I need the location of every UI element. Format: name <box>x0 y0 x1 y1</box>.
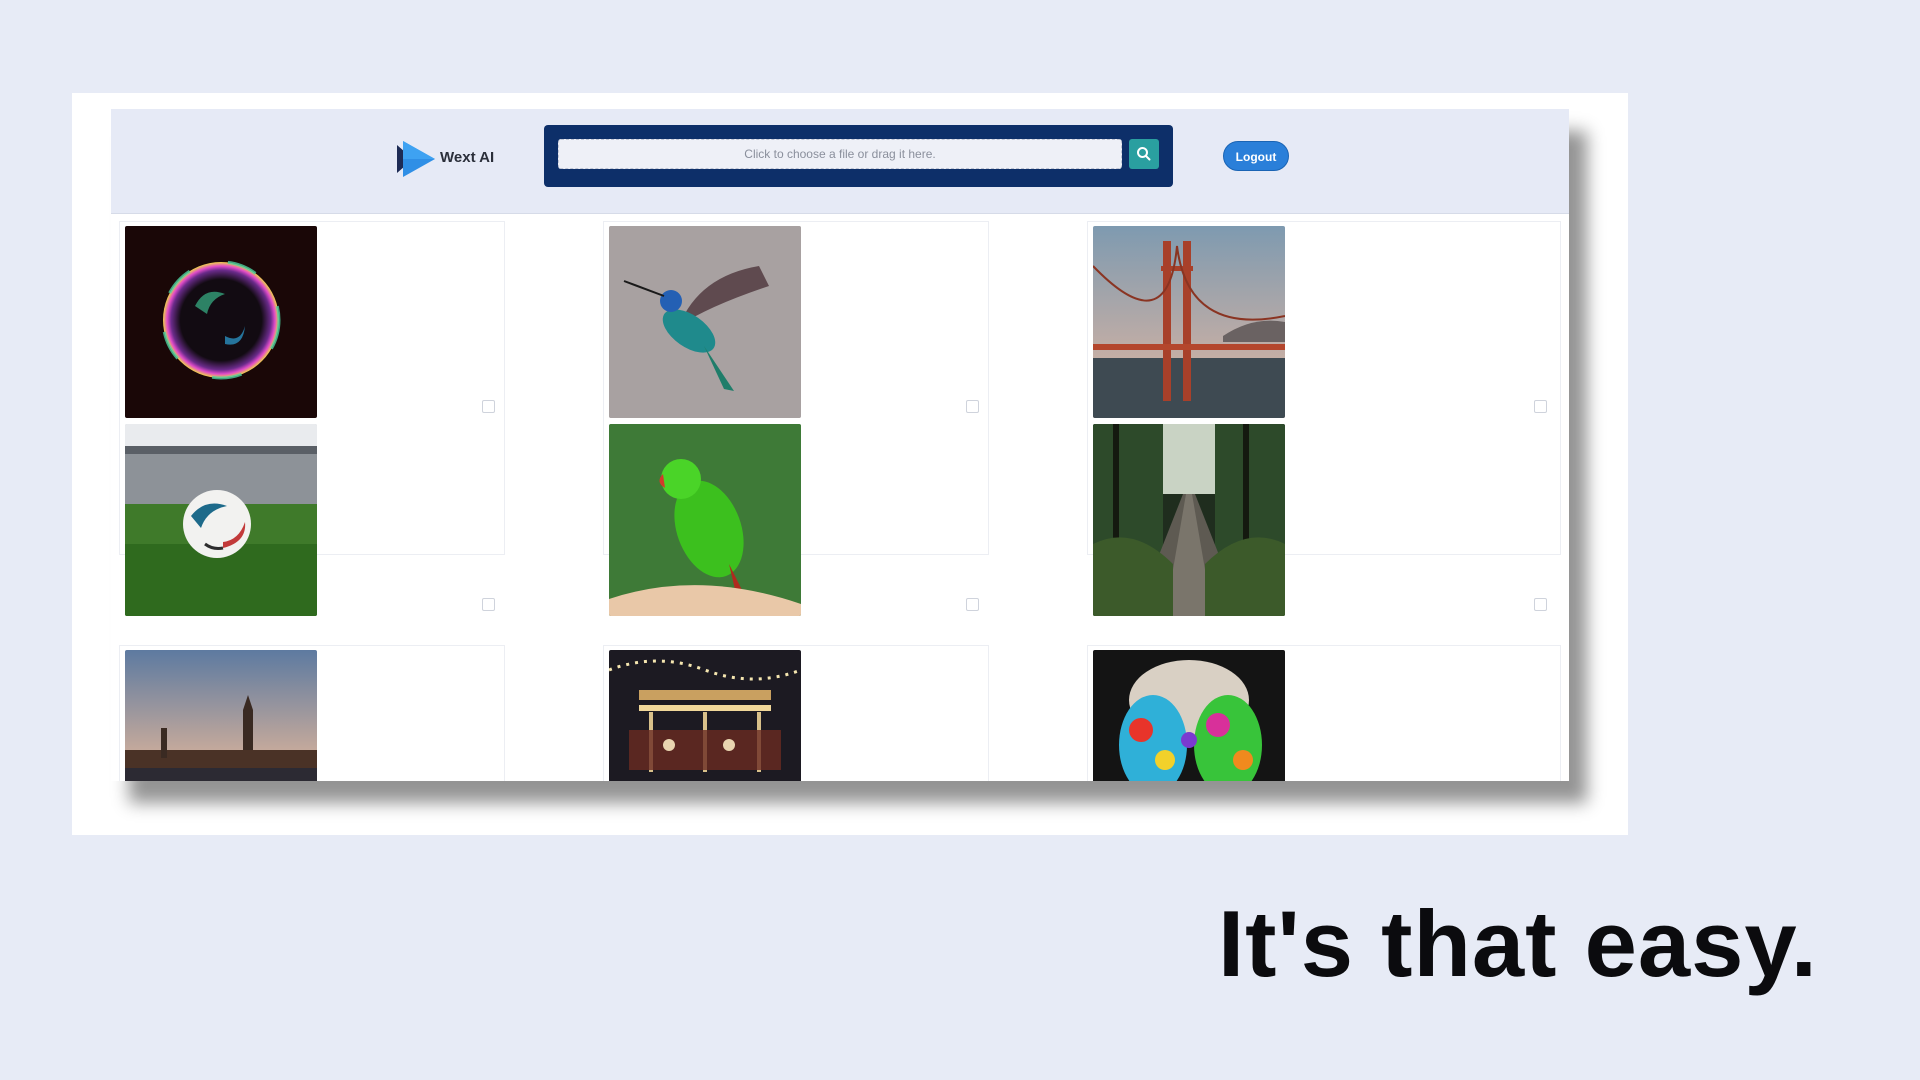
tagline-text: It's that easy. <box>1218 891 1818 996</box>
image-thumbnail-soccer-ball[interactable] <box>125 424 317 616</box>
image-thumbnail-forest-boardwalk[interactable] <box>1093 424 1285 616</box>
result-card <box>119 645 505 781</box>
play-logo-icon <box>397 141 435 177</box>
image-thumbnail-hummingbird[interactable] <box>609 226 801 418</box>
select-checkbox[interactable] <box>966 598 979 611</box>
image-thumbnail-bubble[interactable] <box>125 226 317 418</box>
image-thumbnail-carousel[interactable] <box>609 650 801 781</box>
result-card <box>603 645 989 781</box>
select-checkbox[interactable] <box>966 400 979 413</box>
screenshot-frame: Wext AI Click to choose a file or drag i… <box>72 93 1628 835</box>
select-checkbox[interactable] <box>1534 400 1547 413</box>
result-card <box>1087 221 1561 616</box>
select-checkbox[interactable] <box>1534 598 1547 611</box>
result-card <box>1087 645 1561 781</box>
app-header: Wext AI Click to choose a file or drag i… <box>111 109 1569 214</box>
logout-button[interactable]: Logout <box>1223 141 1289 171</box>
result-card <box>603 221 989 616</box>
app-window: Wext AI Click to choose a file or drag i… <box>111 109 1569 781</box>
upload-search-bar: Click to choose a file or drag it here. <box>544 125 1173 187</box>
brand-name: Wext AI <box>440 149 495 166</box>
image-thumbnail-painted-hands[interactable] <box>1093 650 1285 781</box>
select-checkbox[interactable] <box>482 400 495 413</box>
search-icon <box>1137 147 1151 161</box>
file-drop-input[interactable]: Click to choose a file or drag it here. <box>558 139 1122 169</box>
image-thumbnail-london-skyline[interactable] <box>125 650 317 781</box>
select-checkbox[interactable] <box>482 598 495 611</box>
search-button[interactable] <box>1129 139 1159 169</box>
image-thumbnail-golden-gate-bridge[interactable] <box>1093 226 1285 418</box>
image-thumbnail-parrot[interactable] <box>609 424 801 616</box>
result-card <box>119 221 505 616</box>
